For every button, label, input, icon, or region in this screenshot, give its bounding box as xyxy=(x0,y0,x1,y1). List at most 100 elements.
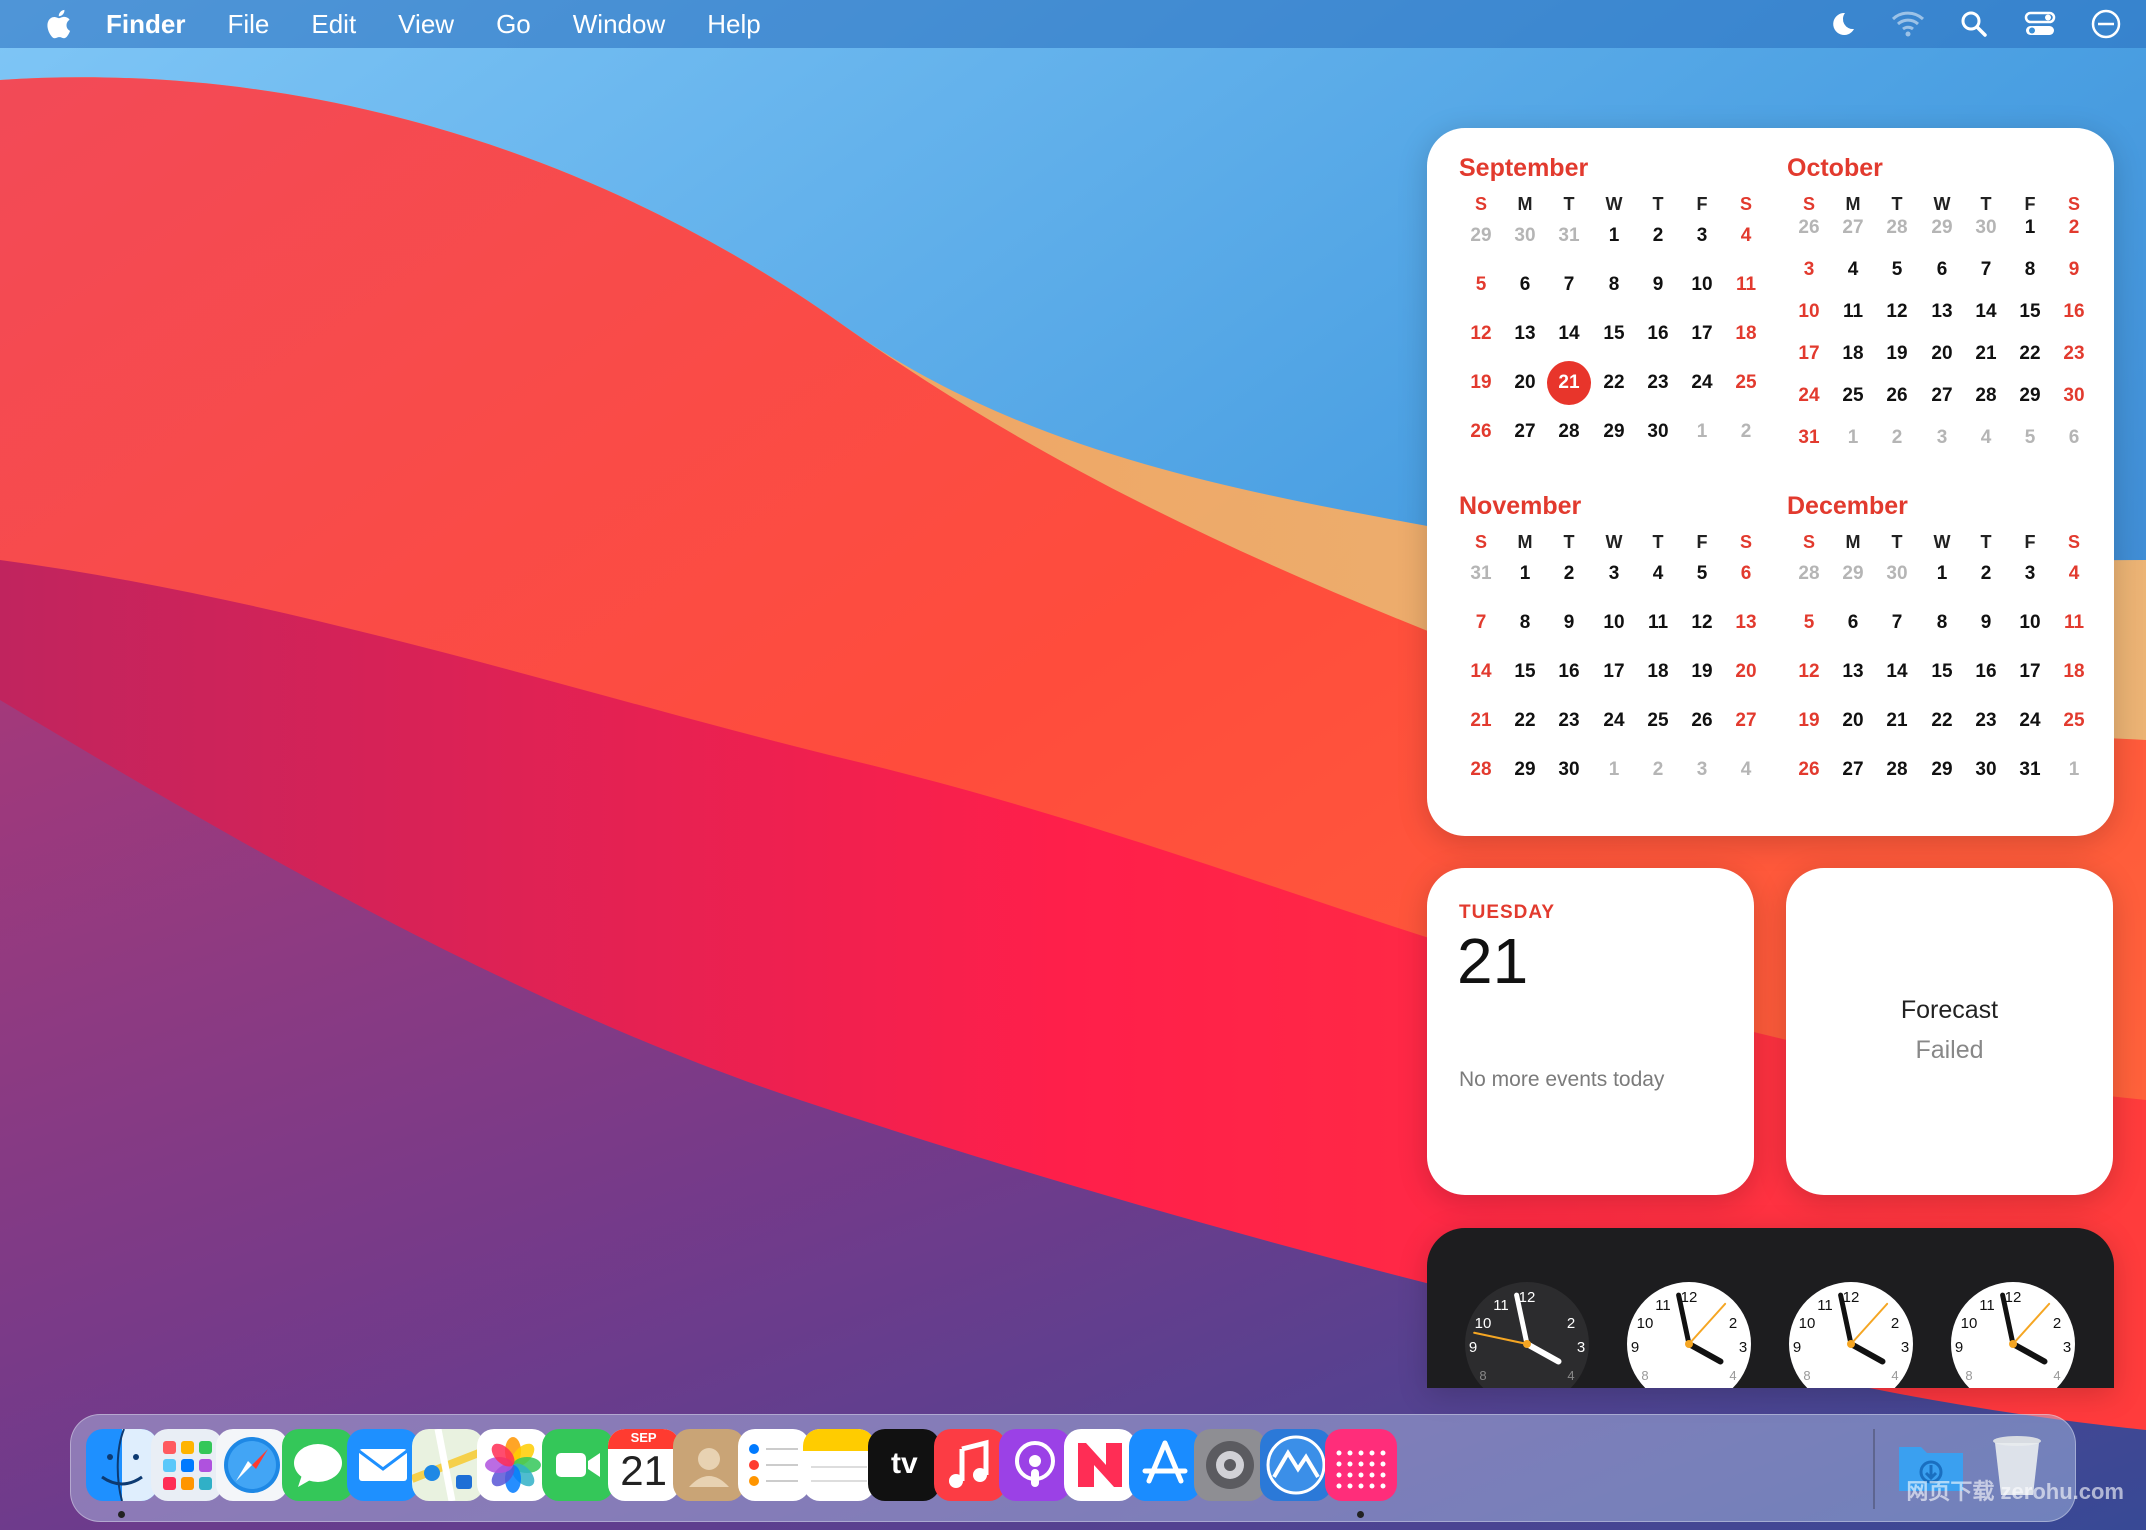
calendar-day-other-month[interactable]: 26 xyxy=(1787,206,1831,250)
dock-launchpad-icon[interactable] xyxy=(151,1429,224,1501)
calendar-day[interactable]: 19 xyxy=(1680,650,1724,694)
calendar-day[interactable]: 3 xyxy=(1592,552,1636,596)
calendar-day-other-month[interactable]: 4 xyxy=(1724,748,1768,792)
calendar-day[interactable]: 27 xyxy=(1503,410,1547,454)
calendar-day[interactable]: 12 xyxy=(1875,290,1919,334)
dock-podcasts-icon[interactable] xyxy=(998,1429,1071,1501)
search-icon[interactable] xyxy=(1956,6,1992,42)
calendar-day[interactable]: 31 xyxy=(1787,416,1831,460)
dock-messages-icon[interactable] xyxy=(281,1429,354,1501)
calendar-day[interactable]: 5 xyxy=(1680,552,1724,596)
calendar-day[interactable]: 6 xyxy=(1920,248,1964,292)
calendar-day[interactable]: 21 xyxy=(1964,332,2008,376)
calendar-day[interactable]: 31 xyxy=(2008,748,2052,792)
dock-grid-app-icon[interactable] xyxy=(1324,1429,1397,1501)
calendar-day[interactable]: 7 xyxy=(1547,263,1591,307)
calendar-day[interactable]: 25 xyxy=(2052,699,2096,743)
calendar-day[interactable]: 15 xyxy=(1503,650,1547,694)
calendar-day[interactable]: 10 xyxy=(2008,601,2052,645)
dock-app-store-icon[interactable] xyxy=(1129,1429,1202,1501)
calendar-day[interactable]: 4 xyxy=(1831,248,1875,292)
dock-reminders-icon[interactable] xyxy=(738,1429,810,1501)
calendar-day-other-month[interactable]: 6 xyxy=(2052,416,2096,460)
dock-contacts-icon[interactable] xyxy=(672,1429,745,1501)
dock-finder-icon[interactable] xyxy=(86,1429,158,1501)
calendar-day[interactable]: 7 xyxy=(1964,248,2008,292)
dock-music-icon[interactable] xyxy=(933,1429,1006,1501)
calendar-day[interactable]: 28 xyxy=(1547,410,1591,454)
calendar-day-other-month[interactable]: 30 xyxy=(1503,214,1547,258)
calendar-day[interactable]: 29 xyxy=(1920,748,1964,792)
calendar-day[interactable]: 3 xyxy=(1787,248,1831,292)
calendar-day[interactable]: 8 xyxy=(1920,601,1964,645)
world-clock-2[interactable]: 12 2 1011 9 3 8 4 xyxy=(1625,1280,1753,1388)
calendar-day[interactable]: 22 xyxy=(1920,699,1964,743)
calendar-day-other-month[interactable]: 3 xyxy=(1680,748,1724,792)
dock-monitor-app-icon[interactable] xyxy=(1259,1429,1332,1501)
calendar-day[interactable]: 13 xyxy=(1920,290,1964,334)
calendar-day[interactable]: 19 xyxy=(1787,699,1831,743)
calendar-day-other-month[interactable]: 28 xyxy=(1875,206,1919,250)
calendar-day[interactable]: 27 xyxy=(1831,748,1875,792)
calendar-day-other-month[interactable]: 4 xyxy=(1964,416,2008,460)
dock-notes-icon[interactable] xyxy=(803,1429,876,1501)
calendar-day[interactable]: 9 xyxy=(1964,601,2008,645)
calendar-day[interactable]: 9 xyxy=(1636,263,1680,307)
calendar-day[interactable]: 29 xyxy=(1592,410,1636,454)
menu-view[interactable]: View xyxy=(398,9,454,40)
siri-icon[interactable] xyxy=(2088,6,2124,42)
calendar-day[interactable]: 15 xyxy=(1920,650,1964,694)
calendar-day[interactable]: 24 xyxy=(2008,699,2052,743)
menu-edit[interactable]: Edit xyxy=(311,9,356,40)
calendar-day[interactable]: 16 xyxy=(1547,650,1591,694)
calendar-day[interactable]: 30 xyxy=(1547,748,1591,792)
calendar-day[interactable]: 1 xyxy=(1920,552,1964,596)
calendar-day-other-month[interactable]: 30 xyxy=(1875,552,1919,596)
menu-help[interactable]: Help xyxy=(707,9,760,40)
calendar-day[interactable]: 27 xyxy=(1920,374,1964,418)
calendar-day[interactable]: 4 xyxy=(1724,214,1768,258)
calendar-day[interactable]: 4 xyxy=(1636,552,1680,596)
calendar-day-other-month[interactable]: 1 xyxy=(1831,416,1875,460)
calendar-day[interactable]: 26 xyxy=(1680,699,1724,743)
calendar-day[interactable]: 23 xyxy=(1636,361,1680,405)
calendar-day[interactable]: 6 xyxy=(1724,552,1768,596)
menu-finder[interactable]: Finder xyxy=(106,9,185,40)
calendar-day[interactable]: 25 xyxy=(1831,374,1875,418)
calendar-day-other-month[interactable]: 2 xyxy=(1875,416,1919,460)
calendar-day[interactable]: 20 xyxy=(1503,361,1547,405)
dock-maps-icon[interactable] xyxy=(412,1429,484,1501)
calendar-day[interactable]: 2 xyxy=(2052,206,2096,250)
calendar-day[interactable]: 8 xyxy=(2008,248,2052,292)
dock-apple-tv-icon[interactable]: tv xyxy=(868,1429,941,1501)
calendar-day[interactable]: 1 xyxy=(1503,552,1547,596)
calendar-day[interactable]: 14 xyxy=(1459,650,1503,694)
calendar-day[interactable]: 6 xyxy=(1831,601,1875,645)
calendar-day[interactable]: 28 xyxy=(1964,374,2008,418)
calendar-day[interactable]: 11 xyxy=(1724,263,1768,307)
calendar-day[interactable]: 5 xyxy=(1787,601,1831,645)
calendar-day[interactable]: 18 xyxy=(1831,332,1875,376)
calendar-day-other-month[interactable]: 2 xyxy=(1724,410,1768,454)
calendar-day[interactable]: 21 xyxy=(1875,699,1919,743)
calendar-day[interactable]: 9 xyxy=(1547,601,1591,645)
calendar-day[interactable]: 23 xyxy=(1547,699,1591,743)
calendar-day-other-month[interactable]: 5 xyxy=(2008,416,2052,460)
calendar-day-other-month[interactable]: 1 xyxy=(2052,748,2096,792)
calendar-day-other-month[interactable]: 1 xyxy=(1592,748,1636,792)
world-clock-1[interactable]: 12 2 1011 9 3 8 4 xyxy=(1463,1280,1591,1388)
calendar-day[interactable]: 1 xyxy=(2008,206,2052,250)
calendar-day[interactable]: 17 xyxy=(1680,312,1724,356)
calendar-day[interactable]: 5 xyxy=(1875,248,1919,292)
calendar-day[interactable]: 8 xyxy=(1503,601,1547,645)
calendar-day[interactable]: 19 xyxy=(1459,361,1503,405)
calendar-day[interactable]: 22 xyxy=(2008,332,2052,376)
calendar-day[interactable]: 26 xyxy=(1787,748,1831,792)
dock-system-preferences-icon[interactable] xyxy=(1194,1429,1267,1501)
calendar-day-other-month[interactable]: 29 xyxy=(1459,214,1503,258)
calendar-day[interactable]: 2 xyxy=(1964,552,2008,596)
calendar-day-other-month[interactable]: 29 xyxy=(1920,206,1964,250)
calendar-day[interactable]: 3 xyxy=(1680,214,1724,258)
weather-widget[interactable]: Forecast Failed xyxy=(1786,868,2113,1195)
calendar-day[interactable]: 6 xyxy=(1503,263,1547,307)
